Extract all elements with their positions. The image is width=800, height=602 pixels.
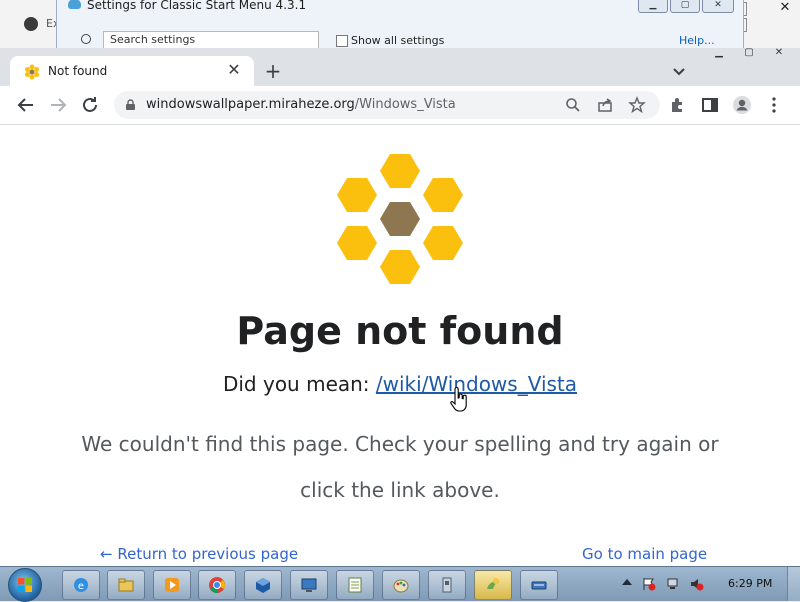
- page-title: Page not found: [236, 309, 564, 353]
- chrome-icon: [209, 577, 225, 594]
- maximize-button[interactable]: ▢: [734, 46, 764, 60]
- share-icon[interactable]: [596, 96, 614, 114]
- taskbar-chrome[interactable]: [198, 570, 236, 600]
- taskbar-paint[interactable]: [382, 570, 420, 600]
- new-tab-button[interactable]: +: [262, 60, 284, 82]
- suggested-page-link[interactable]: /wiki/Windows_Vista: [376, 372, 577, 396]
- media-player-icon: [165, 578, 179, 592]
- classic-shell-icon: [487, 578, 499, 589]
- back-arrow-icon[interactable]: [14, 93, 38, 117]
- search-icon[interactable]: [564, 96, 582, 114]
- lock-icon[interactable]: [126, 99, 135, 110]
- show-hidden-icons-icon[interactable]: [622, 579, 632, 585]
- paint-icon: [393, 579, 409, 593]
- taskbar-media-player[interactable]: [153, 570, 191, 600]
- tab-not-found[interactable]: Not found ✕: [10, 56, 254, 86]
- address-url: windowswallpaper.miraheze.org/Windows_Vi…: [146, 97, 456, 112]
- side-panel-icon[interactable]: [700, 95, 720, 115]
- classic-shell-icon: [68, 0, 81, 9]
- hand-cursor-icon: [450, 387, 467, 412]
- url-path: /Windows_Vista: [354, 97, 456, 112]
- explorer-icon: [118, 578, 134, 592]
- window-controls: ▁ ▢ ✕: [704, 46, 794, 62]
- main-page-link[interactable]: Go to main page: [582, 545, 707, 563]
- windows-logo-icon: [18, 578, 32, 592]
- volume-muted-icon[interactable]: [690, 577, 704, 591]
- globe-icon: [24, 17, 38, 31]
- menu-kebab-icon[interactable]: [764, 95, 784, 115]
- profile-avatar-icon[interactable]: [732, 95, 752, 115]
- network-icon[interactable]: [666, 577, 680, 591]
- start-button[interactable]: [8, 568, 42, 602]
- search-icon: [81, 34, 91, 44]
- settings-window-title: Settings for Classic Start Menu 4.3.1: [87, 0, 307, 12]
- close-button[interactable]: ✕: [702, 0, 734, 13]
- ie-icon: e: [74, 578, 88, 592]
- taskbar-classic-shell[interactable]: [474, 570, 512, 600]
- device-icon: [442, 577, 452, 593]
- clock[interactable]: 6:29 PM: [728, 577, 772, 590]
- taskbar-notepad[interactable]: [336, 570, 374, 600]
- forward-arrow-icon[interactable]: [46, 93, 70, 117]
- browser-window: ▁ ▢ ✕ Not found ✕ + windowswallpaper.mir…: [0, 46, 800, 566]
- browser-toolbar: windowswallpaper.miraheze.org/Windows_Vi…: [0, 86, 800, 125]
- tab-strip: ▁ ▢ ✕ Not found ✕ +: [0, 46, 800, 86]
- close-icon[interactable]: ✕: [764, 0, 800, 16]
- notepad-icon: [348, 577, 362, 593]
- page-content: Page not found Did you mean: /wiki/Windo…: [0, 125, 800, 566]
- show-all-label: Show all settings: [351, 34, 445, 47]
- taskbar-explorer[interactable]: [107, 570, 145, 600]
- taskbar: e 6:29 PM: [0, 566, 800, 602]
- address-bar[interactable]: windowswallpaper.miraheze.org/Windows_Vi…: [114, 91, 660, 119]
- settings-search-input[interactable]: Search settings: [103, 31, 319, 49]
- show-desktop-button[interactable]: [787, 567, 800, 601]
- virtualbox-icon: [256, 578, 270, 593]
- did-you-mean-prefix: Did you mean:: [222, 372, 376, 396]
- keyboard-icon: [531, 581, 547, 590]
- taskbar-device[interactable]: [428, 570, 466, 600]
- tab-title: Not found: [48, 64, 108, 78]
- svg-text:e: e: [78, 581, 84, 592]
- taskbar-remote-desktop[interactable]: [290, 570, 328, 600]
- taskbar-virtualbox[interactable]: [244, 570, 282, 600]
- settings-window[interactable]: Settings for Classic Start Menu 4.3.1 ▁ …: [56, 0, 744, 49]
- tab-close-icon[interactable]: ✕: [224, 60, 244, 80]
- honeycomb-favicon-icon: [25, 64, 39, 80]
- background-window-right[interactable]: ✕: [740, 0, 800, 48]
- url-host: windowswallpaper.miraheze.org: [146, 97, 355, 112]
- system-tray: 6:29 PM: [612, 567, 800, 601]
- did-you-mean-line: Did you mean: /wiki/Windows_Vista: [0, 372, 800, 396]
- minimize-button[interactable]: ▁: [704, 46, 734, 60]
- remote-desktop-icon: [301, 578, 317, 592]
- return-previous-link[interactable]: ← Return to previous page: [100, 545, 298, 563]
- taskbar-ie[interactable]: e: [62, 570, 100, 600]
- honeycomb-logo-icon: [337, 154, 463, 284]
- taskbar-keyboard[interactable]: [520, 570, 558, 600]
- background-window-left[interactable]: Ex: [0, 0, 63, 48]
- not-found-message: We couldn't find this page. Check your s…: [81, 432, 719, 502]
- bookmark-star-icon[interactable]: [628, 96, 646, 114]
- reload-icon[interactable]: [78, 93, 102, 117]
- tab-search-chevron-icon[interactable]: [668, 60, 690, 82]
- action-center-flag-icon[interactable]: [642, 577, 656, 591]
- show-all-checkbox[interactable]: [336, 35, 348, 47]
- minimize-button[interactable]: ▁: [638, 0, 668, 13]
- close-button[interactable]: ✕: [764, 46, 794, 60]
- maximize-button[interactable]: ▢: [670, 0, 700, 13]
- extensions-puzzle-icon[interactable]: [668, 95, 688, 115]
